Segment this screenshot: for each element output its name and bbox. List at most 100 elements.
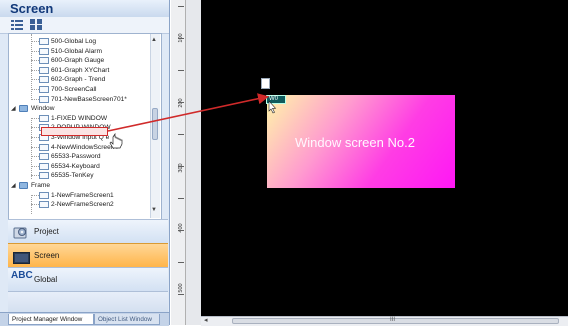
nav-screen-label: Screen (34, 251, 60, 260)
tree-item-window[interactable]: 4-NewWindowScreen4 (9, 143, 157, 152)
ruler-tick (178, 166, 184, 167)
ruler-label: 500 (178, 283, 184, 293)
tree-folder-frame[interactable]: ◢ Frame (9, 181, 157, 190)
window-tag-badge[interactable]: W0 (266, 95, 286, 104)
tree-item-screen[interactable]: 700-ScreenCall (9, 85, 157, 94)
ruler-tick (178, 38, 184, 39)
tree-item-window[interactable]: 65534-Keyboard (9, 162, 157, 171)
ruler-tick (178, 102, 184, 103)
tree-item-label: 600-Graph Gauge (51, 57, 105, 65)
screen-page-icon (39, 86, 49, 93)
tree-item-screen[interactable]: 701-NewBaseScreen701* (9, 95, 157, 104)
tree-connector (31, 165, 39, 167)
nav-project-button[interactable]: Project (8, 219, 168, 243)
tree-item-label: 602-Graph - Trend (51, 76, 106, 84)
ruler-tick (178, 134, 184, 135)
tree-item-label: 500-Global Log (51, 38, 97, 45)
ruler-tick (178, 6, 184, 7)
tree-folder-window[interactable]: ◢ Window (9, 104, 157, 113)
nav-global-button[interactable]: ABC Global (8, 267, 168, 291)
ruler-tick (178, 294, 184, 295)
tree-connector (31, 60, 39, 62)
nav-project-label: Project (34, 227, 59, 236)
ruler-tick (178, 230, 184, 231)
tree-connector (31, 127, 39, 129)
tree-connector (31, 194, 39, 196)
tree-connector (31, 69, 39, 71)
ruler-tick (178, 70, 184, 71)
screen-page-icon (39, 66, 49, 74)
ruler-label: 300 (178, 163, 184, 173)
selected-item-highlight (41, 127, 108, 136)
document-icon (261, 78, 270, 89)
tree-item-screen[interactable]: 602-Graph - Trend (9, 75, 157, 84)
tree-item-screen[interactable]: 601-Graph XYChart (9, 66, 157, 75)
nav-screen-button[interactable]: Screen (8, 243, 168, 267)
project-manager-panel: Screen 500-Global Log 510-Global Alarm 600… (0, 0, 170, 326)
thumbnail-view-icon[interactable] (30, 19, 42, 30)
screen-page-icon (39, 57, 49, 65)
tree-item-window[interactable]: 1-FIXED WINDOW (9, 114, 157, 123)
view-toolbar (0, 17, 169, 34)
tree-item-label: 510-Global Alarm (51, 47, 102, 55)
folder-icon (19, 105, 28, 113)
tree-folder-label: Window (31, 105, 55, 113)
tab-project-manager-window[interactable]: Project Manager Window (8, 314, 94, 325)
ruler-gutter (186, 0, 201, 325)
tree-item-frame[interactable]: 2-NewFrameScreen2 (9, 200, 157, 209)
screen-page-icon (39, 162, 49, 170)
panel-title: Screen (0, 0, 169, 17)
scroll-up-arrow-icon[interactable]: ▲ (151, 37, 157, 43)
screen-page-icon (39, 191, 49, 199)
tree-scroll-thumb[interactable] (152, 108, 158, 140)
ruler-tick (178, 198, 184, 199)
tree-connector (31, 146, 39, 148)
screen-page-icon (39, 95, 49, 103)
ruler-label: 400 (178, 223, 184, 233)
tree-item-label: 700-ScreenCall (51, 86, 97, 93)
tree-item-label: 601-Graph XYChart (51, 66, 110, 74)
tree-item-frame[interactable]: 1-NewFrameScreen1 (9, 191, 157, 200)
nav-empty-area (8, 291, 168, 312)
scroll-left-arrow-icon[interactable]: ◂ (204, 316, 208, 325)
tree-item-label: 65533-Password (51, 153, 101, 161)
scroll-grip: III (390, 317, 396, 323)
tree-item-screen[interactable]: 600-Graph Gauge (9, 56, 157, 65)
screen-page-icon (39, 153, 49, 161)
tree-connector (31, 41, 39, 42)
tree-item-window[interactable]: 65533-Password (9, 152, 157, 161)
tree-item-label: 1-FIXED WINDOW (51, 114, 108, 122)
tree-item-label: 65535-TenKey (51, 172, 94, 180)
screen-page-icon (39, 76, 49, 84)
tree-item-screen[interactable]: 510-Global Alarm (9, 47, 157, 56)
tree-connector (31, 50, 39, 52)
tree-connector (31, 204, 39, 206)
screen-page-icon (39, 172, 49, 180)
tree-item-label: 701-NewBaseScreen701* (51, 95, 127, 103)
tree-connector (31, 98, 39, 100)
vertical-ruler: 100 200 300 400 500 (171, 0, 186, 325)
horizontal-scroll-thumb[interactable] (232, 318, 559, 324)
tree-connector (31, 117, 39, 119)
ruler-label: 200 (178, 98, 184, 108)
tab-object-list-window[interactable]: Object List Window (94, 314, 160, 325)
scroll-down-arrow-icon[interactable]: ▼ (151, 207, 157, 213)
abc-icon: ABC (11, 270, 33, 281)
tree-connector (31, 137, 39, 138)
screen-page-icon (39, 114, 49, 122)
nav-global-label: Global (34, 275, 58, 284)
tree-connector (31, 175, 39, 177)
tree-folder-label: Frame (31, 182, 51, 189)
window-screen-label: Window screen No.2 (295, 135, 415, 150)
tree-item-label: 4-NewWindowScreen4 (51, 143, 119, 151)
folder-icon (19, 182, 28, 189)
tree-item-window[interactable]: 65535-TenKey (9, 171, 157, 180)
tree-item-label: 65534-Keyboard (51, 162, 100, 170)
list-view-icon[interactable] (11, 19, 23, 30)
ruler-tick (178, 262, 184, 263)
tree-item-label: 1-NewFrameScreen1 (51, 191, 114, 199)
tree-connector (31, 79, 39, 81)
tree-connector (31, 89, 39, 90)
tree-item-screen[interactable]: 500-Global Log (9, 37, 157, 46)
tree-item-label: 2-NewFrameScreen2 (51, 201, 114, 209)
